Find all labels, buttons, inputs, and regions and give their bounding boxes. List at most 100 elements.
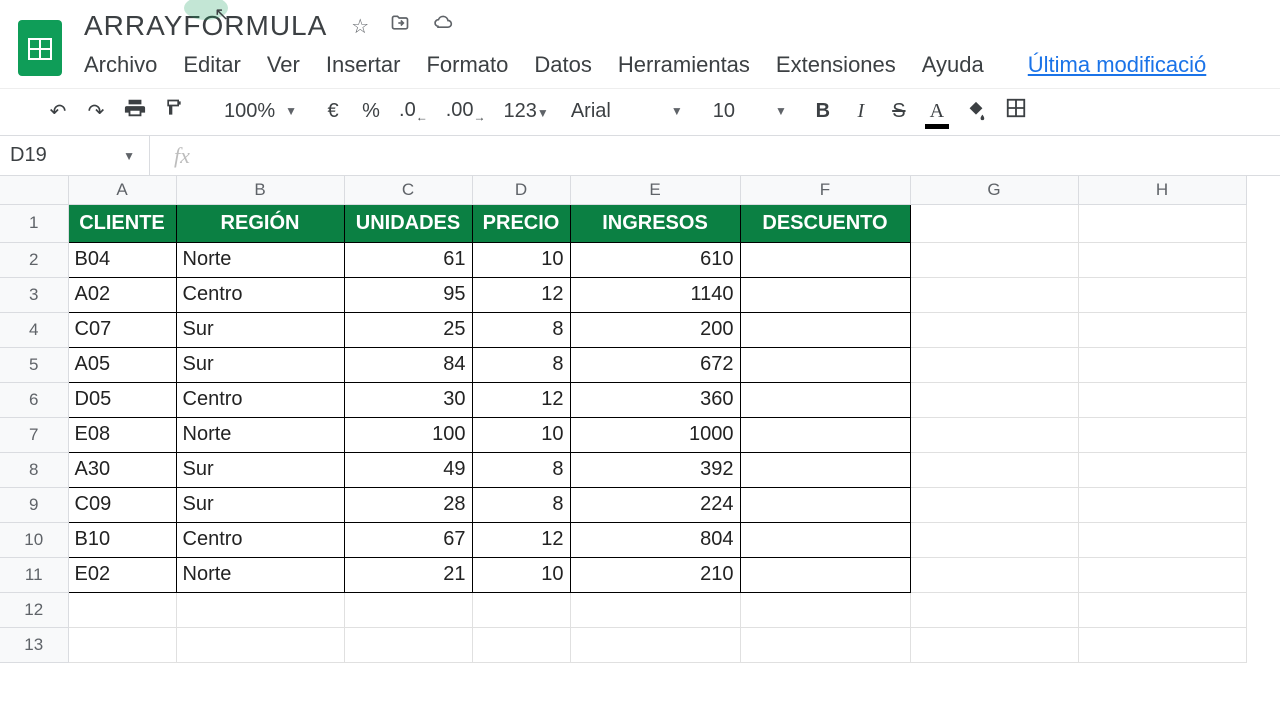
menu-ver[interactable]: Ver xyxy=(267,52,300,78)
cell[interactable] xyxy=(472,627,570,662)
cell[interactable] xyxy=(910,627,1078,662)
cell[interactable]: C09 xyxy=(68,487,176,522)
redo-button[interactable]: ↷ xyxy=(86,99,106,124)
row-header-12[interactable]: 12 xyxy=(0,592,68,627)
paint-format-button[interactable] xyxy=(164,97,184,125)
cell[interactable]: E08 xyxy=(68,417,176,452)
bold-button[interactable]: B xyxy=(813,100,833,123)
cell[interactable] xyxy=(910,452,1078,487)
cell[interactable]: 360 xyxy=(570,382,740,417)
spreadsheet-grid[interactable]: ABCDEFGH1CLIENTEREGIÓNUNIDADESPRECIOINGR… xyxy=(0,176,1280,663)
cell[interactable]: Sur xyxy=(176,452,344,487)
cell[interactable] xyxy=(740,347,910,382)
number-format-select[interactable]: 123▼ xyxy=(504,100,549,123)
cell[interactable] xyxy=(910,347,1078,382)
cell[interactable] xyxy=(910,382,1078,417)
cell[interactable]: 1140 xyxy=(570,277,740,312)
cell[interactable] xyxy=(740,382,910,417)
zoom-select[interactable]: 100% ▼ xyxy=(224,100,297,123)
cell[interactable] xyxy=(344,592,472,627)
borders-button[interactable] xyxy=(1005,97,1027,125)
header-f[interactable]: DESCUENTO xyxy=(740,204,910,242)
cell[interactable]: 61 xyxy=(344,242,472,277)
cell[interactable] xyxy=(1078,522,1246,557)
italic-button[interactable]: I xyxy=(851,100,871,123)
header-e[interactable]: INGRESOS xyxy=(570,204,740,242)
cell[interactable]: 672 xyxy=(570,347,740,382)
row-header-8[interactable]: 8 xyxy=(0,452,68,487)
menu-datos[interactable]: Datos xyxy=(534,52,591,78)
cell[interactable] xyxy=(570,627,740,662)
header-a[interactable]: CLIENTE xyxy=(68,204,176,242)
cell[interactable]: 28 xyxy=(344,487,472,522)
col-header-A[interactable]: A xyxy=(68,176,176,204)
percent-format-button[interactable]: % xyxy=(361,100,381,123)
cell[interactable]: 100 xyxy=(344,417,472,452)
cell[interactable]: B04 xyxy=(68,242,176,277)
header-b[interactable]: REGIÓN xyxy=(176,204,344,242)
cell[interactable]: 12 xyxy=(472,277,570,312)
increase-decimal-button[interactable]: .00→ xyxy=(446,99,486,124)
cell[interactable]: 8 xyxy=(472,487,570,522)
cell[interactable] xyxy=(176,592,344,627)
cell[interactable]: Norte xyxy=(176,557,344,592)
cell[interactable] xyxy=(1078,312,1246,347)
cell[interactable] xyxy=(740,557,910,592)
cell[interactable] xyxy=(910,592,1078,627)
row-header-6[interactable]: 6 xyxy=(0,382,68,417)
currency-format-button[interactable]: € xyxy=(323,100,343,123)
star-icon[interactable]: ☆ xyxy=(351,14,369,39)
menu-archivo[interactable]: Archivo xyxy=(84,52,157,78)
col-header-D[interactable]: D xyxy=(472,176,570,204)
cell[interactable]: 25 xyxy=(344,312,472,347)
cloud-status-icon[interactable] xyxy=(431,13,455,39)
row-header-1[interactable]: 1 xyxy=(0,204,68,242)
cell[interactable] xyxy=(570,592,740,627)
cell[interactable] xyxy=(1078,452,1246,487)
row-header-7[interactable]: 7 xyxy=(0,417,68,452)
cell[interactable] xyxy=(1078,557,1246,592)
row-header-3[interactable]: 3 xyxy=(0,277,68,312)
cell[interactable] xyxy=(1078,382,1246,417)
col-header-B[interactable]: B xyxy=(176,176,344,204)
menu-herramientas[interactable]: Herramientas xyxy=(618,52,750,78)
menu-extensiones[interactable]: Extensiones xyxy=(776,52,896,78)
cell[interactable] xyxy=(910,487,1078,522)
cell[interactable] xyxy=(1078,592,1246,627)
header-c[interactable]: UNIDADES xyxy=(344,204,472,242)
cell[interactable]: 95 xyxy=(344,277,472,312)
col-header-G[interactable]: G xyxy=(910,176,1078,204)
cell[interactable]: 224 xyxy=(570,487,740,522)
cell[interactable] xyxy=(740,277,910,312)
decrease-decimal-button[interactable]: .0← xyxy=(399,99,428,124)
cell[interactable] xyxy=(1078,347,1246,382)
cell[interactable]: 610 xyxy=(570,242,740,277)
cell[interactable] xyxy=(910,522,1078,557)
cell[interactable]: 392 xyxy=(570,452,740,487)
cell[interactable]: 804 xyxy=(570,522,740,557)
cell[interactable]: 10 xyxy=(472,417,570,452)
text-color-button[interactable]: A xyxy=(927,100,947,123)
cell[interactable]: 12 xyxy=(472,382,570,417)
cell[interactable]: 49 xyxy=(344,452,472,487)
cell[interactable] xyxy=(910,204,1078,242)
row-header-2[interactable]: 2 xyxy=(0,242,68,277)
menu-ayuda[interactable]: Ayuda xyxy=(922,52,984,78)
col-header-E[interactable]: E xyxy=(570,176,740,204)
undo-button[interactable]: ↶ xyxy=(48,99,68,124)
cell[interactable] xyxy=(1078,487,1246,522)
cell[interactable]: C07 xyxy=(68,312,176,347)
row-header-5[interactable]: 5 xyxy=(0,347,68,382)
cell[interactable]: A05 xyxy=(68,347,176,382)
cell[interactable] xyxy=(740,452,910,487)
cell[interactable]: 200 xyxy=(570,312,740,347)
cell[interactable]: 10 xyxy=(472,242,570,277)
cell[interactable] xyxy=(68,592,176,627)
cell[interactable]: 8 xyxy=(472,452,570,487)
cell[interactable]: 84 xyxy=(344,347,472,382)
cell[interactable]: 1000 xyxy=(570,417,740,452)
cell[interactable] xyxy=(68,627,176,662)
cell[interactable]: Norte xyxy=(176,242,344,277)
strikethrough-button[interactable]: S xyxy=(889,100,909,123)
cell[interactable] xyxy=(472,592,570,627)
